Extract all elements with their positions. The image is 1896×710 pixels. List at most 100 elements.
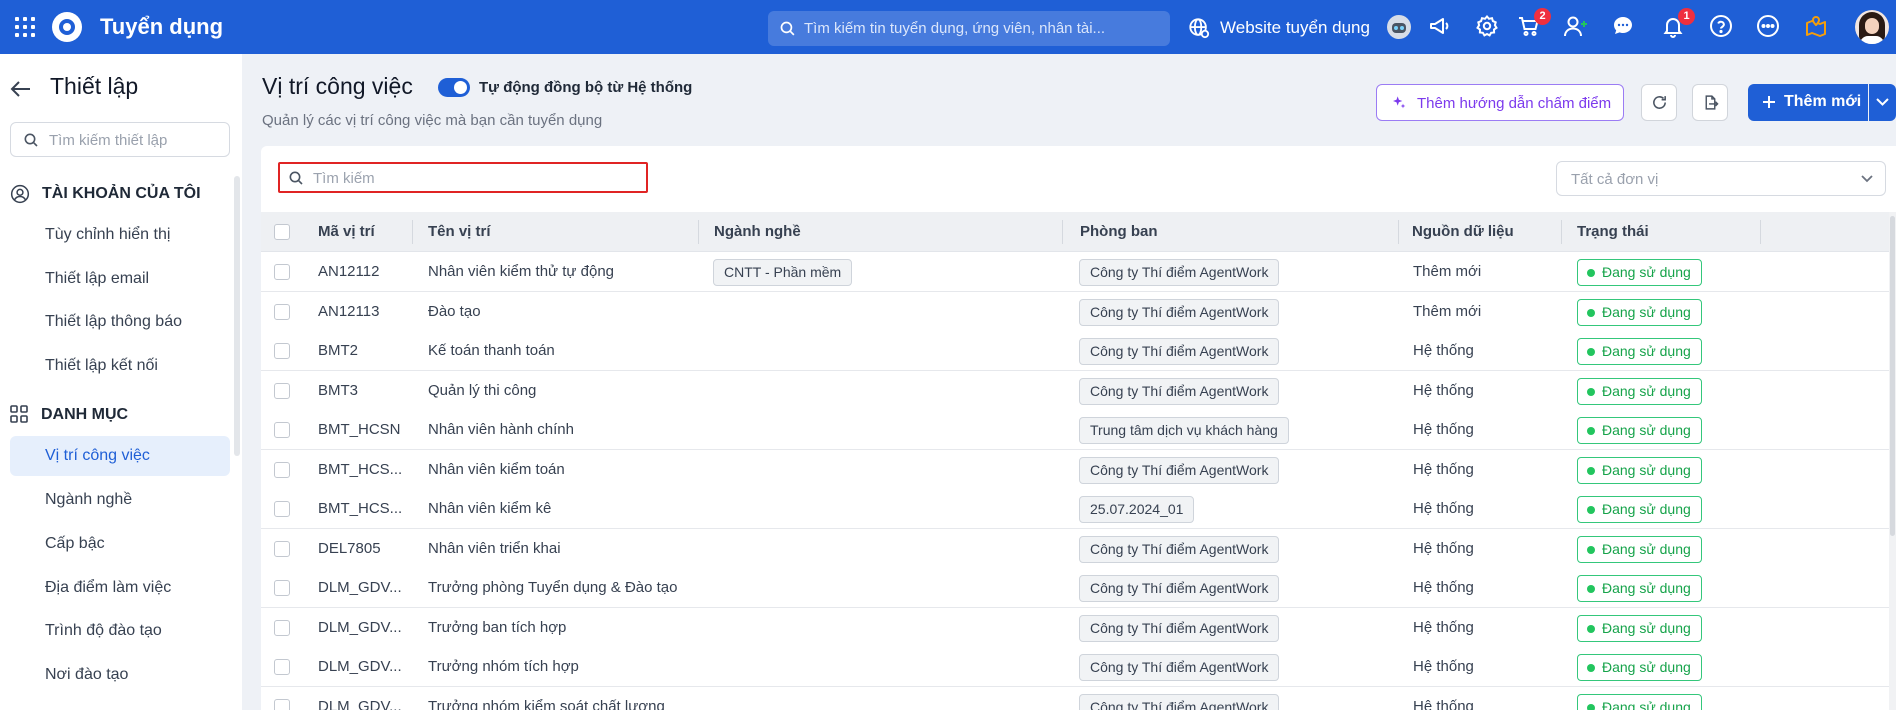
- sidebar-item-education-levels[interactable]: Trình độ đào tạo: [10, 611, 230, 651]
- sidebar-item-label: Nơi đào tạo: [45, 666, 129, 683]
- row-checkbox[interactable]: [274, 462, 290, 478]
- sidebar-item-work-locations[interactable]: Địa điểm làm việc: [10, 568, 230, 608]
- table-search-input[interactable]: Tìm kiếm: [278, 162, 648, 193]
- cell-name[interactable]: Trưởng ban tích hợp: [428, 619, 566, 636]
- cell-source: Hệ thống: [1413, 619, 1474, 636]
- cell-code: DLM_GDV...: [318, 579, 402, 596]
- user-avatar[interactable]: [1855, 10, 1889, 44]
- table-row[interactable]: BMT_HCSN Nhân viên hành chính Trung tâm dị…: [261, 410, 1889, 450]
- cell-source: Thêm mới: [1413, 263, 1482, 280]
- row-checkbox[interactable]: [274, 620, 290, 636]
- sidebar-item-notification-settings[interactable]: Thiết lập thông báo: [10, 302, 230, 342]
- cell-name[interactable]: Nhân viên hành chính: [428, 421, 574, 438]
- add-user-icon[interactable]: [1563, 14, 1589, 40]
- row-checkbox[interactable]: [274, 580, 290, 596]
- sidebar-item-industries[interactable]: Ngành nghề: [10, 480, 230, 520]
- status-badge: Đang sử dụng: [1577, 694, 1702, 710]
- app-launcher-grid-icon[interactable]: [14, 16, 36, 38]
- unit-filter-select[interactable]: Tất cả đơn vị: [1556, 161, 1886, 196]
- back-arrow-icon[interactable]: [10, 80, 32, 98]
- row-checkbox[interactable]: [274, 659, 290, 675]
- globe-settings-icon: [1189, 18, 1210, 39]
- column-header-name[interactable]: Tên vị trí: [428, 223, 491, 240]
- row-checkbox[interactable]: [274, 699, 290, 710]
- row-checkbox[interactable]: [274, 541, 290, 557]
- row-checkbox[interactable]: [274, 422, 290, 438]
- chevron-down-icon: [1876, 98, 1889, 106]
- column-header-source[interactable]: Nguồn dữ liệu: [1412, 223, 1514, 240]
- search-icon: [780, 21, 795, 36]
- table-row[interactable]: DLM_GDV... Trưởng ban tích hợp Công ty Thí…: [261, 608, 1889, 648]
- table-row[interactable]: BMT2 Kế toán thanh toán Công ty Thí điểm A…: [261, 331, 1889, 371]
- row-checkbox[interactable]: [274, 501, 290, 517]
- sidebar-item-display-customization[interactable]: Tùy chỉnh hiển thị: [10, 215, 230, 255]
- cell-name[interactable]: Nhân viên kiểm toán: [428, 461, 565, 478]
- robot-assistant-icon[interactable]: [1386, 14, 1412, 40]
- cell-name[interactable]: Đào tạo: [428, 303, 481, 320]
- select-all-checkbox[interactable]: [274, 224, 290, 240]
- cell-name[interactable]: Trưởng nhóm kiểm soát chất lượng: [428, 698, 665, 710]
- cell-name[interactable]: Nhân viên triển khai: [428, 540, 561, 557]
- megaphone-icon[interactable]: [1428, 14, 1454, 40]
- department-tag: Công ty Thí điểm AgentWork: [1079, 575, 1280, 602]
- table-row[interactable]: AN12112 Nhân viên kiểm thử tự động CNTT - …: [261, 252, 1889, 292]
- department-tag: Công ty Thí điểm AgentWork: [1079, 654, 1280, 681]
- sidebar-item-email-settings[interactable]: Thiết lập email: [10, 259, 230, 299]
- table-row[interactable]: BMT_HCS... Nhân viên kiểm kê 25.07.2024_01…: [261, 489, 1889, 529]
- cell-name[interactable]: Kế toán thanh toán: [428, 342, 555, 359]
- table-header: Mã vị trí Tên vị trí Ngành nghề Phòng ba…: [261, 212, 1889, 252]
- sidebar-item-training-places[interactable]: Nơi đào tạo: [10, 655, 230, 695]
- column-header-code[interactable]: Mã vị trí: [318, 223, 375, 240]
- sidebar-item-job-positions[interactable]: Vị trí công việc: [10, 436, 230, 476]
- department-tag: Công ty Thí điểm AgentWork: [1079, 536, 1280, 563]
- notification-bell-icon[interactable]: 1: [1661, 8, 1695, 40]
- row-checkbox[interactable]: [274, 304, 290, 320]
- table-row[interactable]: BMT_HCS... Nhân viên kiểm toán Công ty Thí…: [261, 450, 1889, 490]
- department-tag: Công ty Thí điểm AgentWork: [1079, 259, 1280, 286]
- table-row[interactable]: AN12113 Đào tạo Công ty Thí điểm AgentWork…: [261, 292, 1889, 332]
- row-checkbox[interactable]: [274, 343, 290, 359]
- row-checkbox[interactable]: [274, 264, 290, 280]
- search-icon: [289, 171, 303, 185]
- table-row[interactable]: DEL7805 Nhân viên triển khai Công ty Thí đ…: [261, 529, 1889, 569]
- cell-name[interactable]: Quản lý thi công: [428, 382, 536, 399]
- column-header-department[interactable]: Phòng ban: [1080, 223, 1158, 240]
- refresh-button[interactable]: [1641, 84, 1677, 121]
- row-checkbox[interactable]: [274, 383, 290, 399]
- add-new-label: Thêm mới: [1784, 93, 1862, 110]
- cell-name[interactable]: Nhân viên kiểm thử tự động: [428, 263, 614, 280]
- map-location-icon[interactable]: [1804, 14, 1830, 40]
- sidebar-item-label: Vị trí công việc: [45, 447, 150, 464]
- sidebar-scrollbar[interactable]: [234, 176, 240, 456]
- add-new-dropdown-button[interactable]: [1869, 84, 1896, 121]
- cell-name[interactable]: Trưởng nhóm tích hợp: [428, 658, 579, 675]
- export-file-icon: [1705, 95, 1719, 110]
- settings-search-input[interactable]: Tìm kiếm thiết lập: [10, 122, 230, 157]
- auto-sync-toggle[interactable]: [438, 78, 470, 97]
- column-header-status[interactable]: Trạng thái: [1577, 223, 1649, 240]
- table-row[interactable]: DLM_GDV... Trưởng nhóm tích hợp Công ty Th…: [261, 647, 1889, 687]
- table-scrollbar[interactable]: [1889, 212, 1896, 710]
- cell-name[interactable]: Trưởng phòng Tuyển dụng & Đào tạo: [428, 579, 678, 596]
- table-row[interactable]: BMT3 Quản lý thi công Công ty Thí điểm Age…: [261, 371, 1889, 411]
- sidebar-item-connection-settings[interactable]: Thiết lập kết nối: [10, 346, 230, 386]
- industry-tag: CNTT - Phần mềm: [713, 259, 853, 286]
- add-new-button[interactable]: Thêm mới: [1748, 84, 1868, 121]
- chat-icon[interactable]: [1611, 14, 1637, 40]
- department-tag: Công ty Thí điểm AgentWork: [1079, 615, 1280, 642]
- table-row[interactable]: DLM_GDV... Trưởng nhóm kiểm soát chất lượ…: [261, 687, 1889, 710]
- cell-source: Thêm mới: [1413, 303, 1482, 320]
- help-icon[interactable]: [1709, 14, 1735, 40]
- cell-name[interactable]: Nhân viên kiểm kê: [428, 500, 551, 517]
- sidebar-item-levels[interactable]: Cấp bậc: [10, 524, 230, 564]
- add-scoring-guide-button[interactable]: Thêm hướng dẫn chấm điểm: [1376, 84, 1624, 121]
- settings-search-placeholder: Tìm kiếm thiết lập: [49, 132, 168, 149]
- table-row[interactable]: DLM_GDV... Trưởng phòng Tuyển dụng & Đào …: [261, 568, 1889, 608]
- global-search-input[interactable]: Tìm kiếm tin tuyển dụng, ứng viên, nhân …: [768, 11, 1170, 46]
- department-tag: Công ty Thí điểm AgentWork: [1079, 378, 1280, 405]
- column-header-industry[interactable]: Ngành nghề: [714, 223, 801, 240]
- settings-gear-icon[interactable]: [1475, 14, 1501, 40]
- more-icon[interactable]: [1756, 14, 1782, 40]
- export-button[interactable]: [1692, 84, 1728, 121]
- cart-icon[interactable]: 2: [1517, 8, 1551, 40]
